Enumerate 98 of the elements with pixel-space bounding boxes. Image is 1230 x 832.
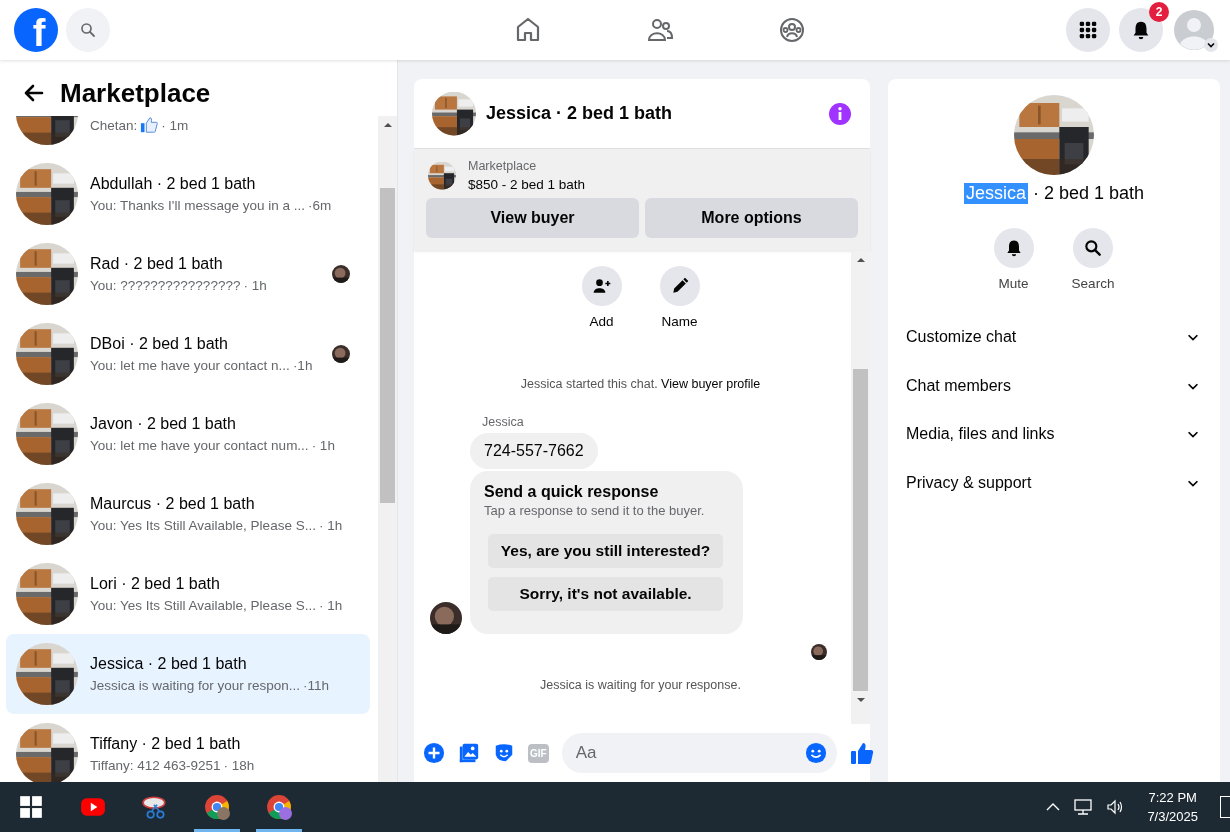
notification-center-button[interactable]: [1220, 796, 1230, 818]
system-message: Jessica started this chat. View buyer profile: [519, 377, 762, 391]
action-label: Add: [589, 314, 614, 329]
conversation-name: Tiffany · 2 bed 1 bath: [90, 735, 242, 753]
listing-button[interactable]: View buyer: [426, 198, 639, 238]
page-title: Marketplace: [60, 77, 211, 109]
group-icon: [778, 16, 806, 44]
message-time: · 18h: [223, 758, 255, 773]
people-icon: [646, 16, 674, 44]
message-time: · 1h: [311, 438, 335, 453]
mute-button[interactable]: [993, 228, 1034, 268]
scrollbar[interactable]: [378, 116, 397, 782]
scrollbar-thumb[interactable]: [853, 369, 868, 691]
browser-icon: [266, 794, 292, 820]
search-icon: [1083, 238, 1103, 258]
chat-title: Jessica · 2 bed 1 bath: [486, 103, 674, 124]
conversation-name: Jessica · 2 bed 1 bath: [90, 655, 248, 673]
message-preview: You: Thanks I'll message you in a ...: [90, 198, 305, 213]
add-person-button[interactable]: [581, 266, 622, 306]
avatar-icon: [1174, 10, 1214, 50]
caret-icon: [1204, 38, 1218, 52]
action-label: Search: [1071, 276, 1115, 291]
conversation-item[interactable]: Abdullah · 2 bed 1 bath You: Thanks I'll message you in a ... ·6m: [6, 154, 370, 234]
message-time: ·6m: [307, 198, 332, 213]
scroll-up-icon: [382, 120, 393, 130]
listing-name: · 2 bed 1 bath: [1031, 183, 1145, 204]
grid-icon: [1078, 20, 1098, 40]
menu-button[interactable]: [1066, 8, 1110, 52]
emoji-icon[interactable]: [804, 742, 827, 764]
conversation-name: DBoi · 2 bed 1 bath: [90, 335, 229, 353]
notifications-button[interactable]: [1119, 8, 1163, 52]
section-row[interactable]: Customize chat: [888, 313, 1220, 362]
section-row[interactable]: Privacy & support: [888, 458, 1220, 507]
add-person-icon: [591, 276, 612, 296]
conversation-item[interactable]: Lori · 2 bed 1 bath You: Yes Its Still Available, Please S... · 1h: [6, 554, 370, 634]
message-time: · 1h: [318, 598, 343, 613]
section-row[interactable]: Media, files and links: [888, 410, 1220, 459]
network-icon[interactable]: [1073, 797, 1094, 817]
listing-title: $850 - 2 bed 1 bath: [468, 177, 586, 192]
listing-label: Marketplace: [468, 159, 538, 173]
scroll-up-icon: [855, 255, 866, 265]
message-time: · 1h: [243, 278, 267, 293]
message-bubble: 724-557-7662: [470, 433, 598, 469]
message-preview: Chetan:: [90, 117, 138, 133]
browser-icon: [204, 794, 230, 820]
plus-icon[interactable]: [423, 742, 445, 764]
search-icon: [79, 21, 97, 39]
scrollbar[interactable]: [851, 250, 870, 724]
info-icon[interactable]: [828, 101, 852, 126]
buyer-profile-link[interactable]: View buyer profile: [661, 377, 761, 391]
quick-response-button[interactable]: Yes, are you still interested?: [488, 534, 723, 568]
search-button[interactable]: [1073, 228, 1113, 268]
message-time: · 1h: [318, 518, 343, 533]
scissors-icon: [142, 794, 168, 820]
quick-response-title: Send a quick response: [484, 483, 660, 501]
message-preview: You: Yes Its Still Available, Please S...: [90, 518, 316, 533]
conversation-name: Maurcus · 2 bed 1 bath: [90, 495, 256, 513]
conversation-item[interactable]: Tiffany · 2 bed 1 bath Tiffany: 412 463-9251 · 18h: [6, 714, 370, 782]
pencil-button[interactable]: [659, 266, 700, 306]
message-preview: You: Yes Its Still Available, Please S...: [90, 598, 316, 613]
listing-button[interactable]: More options: [645, 198, 858, 238]
message-preview: You: ????????????????: [90, 278, 241, 293]
image-icon[interactable]: [458, 742, 480, 764]
clock[interactable]: 7:22 PM 7/3/2025: [1147, 790, 1198, 824]
sticker-icon[interactable]: [493, 742, 515, 764]
status-message: Jessica is waiting for your response.: [539, 678, 742, 692]
sender-name: Jessica: [482, 415, 525, 429]
message-time: ·1h: [292, 358, 313, 373]
conversation-name: Abdullah · 2 bed 1 bath: [90, 175, 257, 193]
message-field[interactable]: Aa: [561, 733, 837, 773]
windows-icon: [18, 794, 44, 820]
logo[interactable]: f: [14, 8, 58, 52]
scrollbar-thumb[interactable]: [380, 188, 395, 503]
conversation-item[interactable]: DBoi · 2 bed 1 bath You: let me have your contact n... ·1h: [6, 314, 370, 394]
scroll-down-icon: [855, 695, 866, 705]
action-label: Name: [661, 314, 698, 329]
home-icon: [514, 16, 542, 44]
action-label: Mute: [998, 276, 1029, 291]
conversation-item[interactable]: Rad · 2 bed 1 bath You: ???????????????? · 1h: [6, 234, 370, 314]
conversation-item[interactable]: Chetan: · 1m: [6, 116, 370, 154]
thumbs-up-icon[interactable]: [849, 741, 874, 765]
conversation-item[interactable]: Javon · 2 bed 1 bath You: let me have your contact num... · 1h: [6, 394, 370, 474]
message-time: ·11h: [303, 678, 330, 693]
conversation-name: Rad · 2 bed 1 bath: [90, 255, 224, 273]
message-preview: Jessica is waiting for your respon...: [90, 678, 301, 693]
notification-badge: 2: [1149, 2, 1169, 22]
conversation-name: Javon · 2 bed 1 bath: [90, 415, 237, 433]
quick-response-button[interactable]: Sorry, it's not available.: [488, 577, 723, 611]
quick-response-subtitle: Tap a response to send it to the buyer.: [484, 503, 706, 518]
conversation-item[interactable]: Maurcus · 2 bed 1 bath You: Yes Its Still Available, Please S... · 1h: [6, 474, 370, 554]
message-preview: You: let me have your contact n...: [90, 358, 290, 373]
section-row[interactable]: Chat members: [888, 361, 1220, 410]
conversation-item[interactable]: Jessica · 2 bed 1 bath Jessica is waiting for your respon... ·11h: [6, 634, 370, 714]
message-time: · 1m: [161, 117, 189, 133]
message-preview: Tiffany: 412 463-9251: [90, 758, 221, 773]
message-preview: You: let me have your contact num...: [90, 438, 309, 453]
contact-name: Jessica: [963, 183, 1028, 204]
conversation-name: Lori · 2 bed 1 bath: [90, 575, 221, 593]
